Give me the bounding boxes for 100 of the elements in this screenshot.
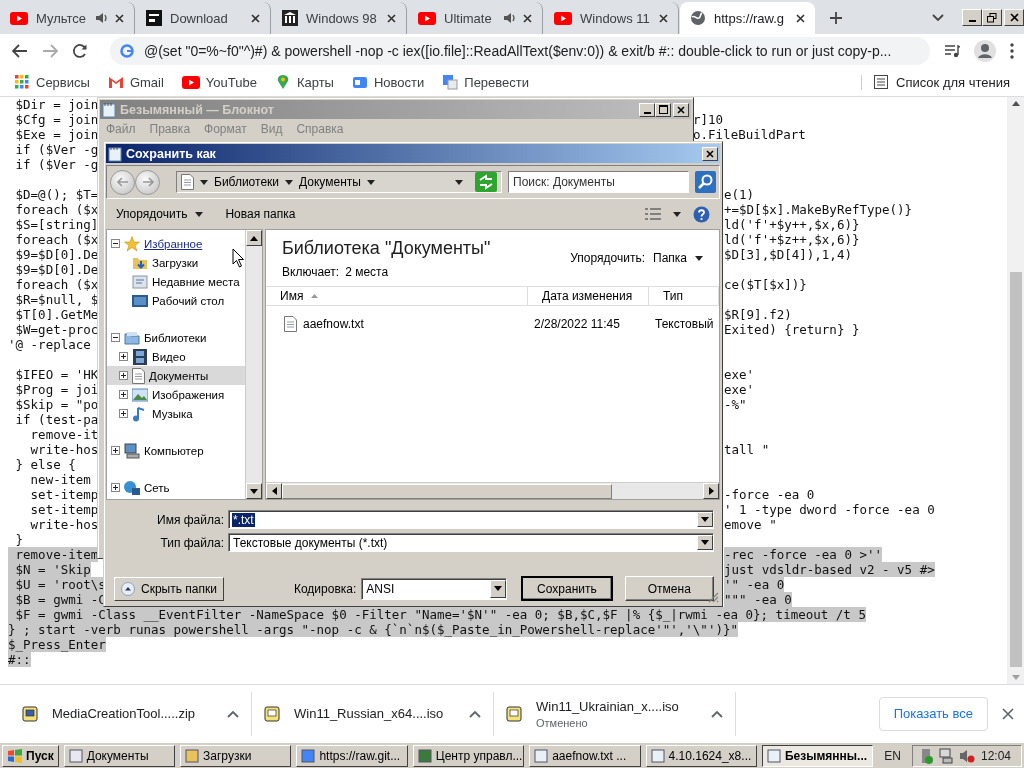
plus-box-icon[interactable] — [111, 446, 120, 455]
hide-folders-button[interactable]: Скрыть папки — [114, 576, 224, 601]
bookmark-link[interactable]: Новости — [351, 74, 425, 90]
back-icon[interactable] — [12, 44, 28, 58]
video-play-icon — [418, 11, 436, 25]
chevron-up-icon[interactable] — [227, 709, 239, 718]
new-folder-button[interactable]: Новая папка — [225, 207, 296, 221]
browser-tab[interactable]: https://raw.g — [680, 2, 815, 34]
restore-button[interactable] — [982, 9, 1002, 26]
taskbar-button[interactable]: Центр управл... — [412, 744, 525, 767]
scrollbar[interactable] — [266, 482, 719, 499]
browser-tab[interactable]: Windows 11 — [544, 2, 679, 34]
download-item[interactable]: MediaCreationTool.....zip — [10, 691, 252, 736]
plus-box-icon[interactable] — [119, 409, 128, 418]
close-icon[interactable] — [1002, 707, 1014, 720]
chevron-up-icon[interactable] — [711, 709, 723, 718]
locations-link[interactable]: 2 места — [345, 264, 389, 279]
caret-icon — [200, 179, 208, 185]
plus-box-icon[interactable] — [119, 371, 128, 380]
close-button[interactable] — [1004, 9, 1024, 26]
close-button[interactable] — [702, 146, 718, 161]
taskbar-button[interactable]: aaefnow.txt ... — [529, 744, 641, 767]
nav-tree-item[interactable]: Документы — [107, 366, 245, 385]
browser-tab[interactable]: Ultimate — [408, 2, 543, 34]
maximize-button[interactable] — [655, 102, 671, 117]
plus-box-icon[interactable] — [119, 352, 128, 361]
scrollbar-thumb[interactable] — [282, 483, 612, 499]
plus-box-icon[interactable] — [111, 483, 120, 492]
arrange-dropdown[interactable]: Папка — [653, 251, 703, 265]
taskbar-button[interactable]: Загрузки — [180, 744, 292, 767]
nav-tree-item[interactable]: Сеть — [107, 478, 245, 497]
file-type-dropdown[interactable]: Текстовые документы (*.txt) — [228, 533, 714, 552]
search-icon[interactable] — [695, 171, 716, 193]
taskbar-button[interactable]: 4.10.1624_x8... — [645, 744, 757, 767]
scrollbar[interactable] — [245, 230, 262, 499]
breadcrumb-item[interactable]: Документы — [299, 175, 361, 189]
close-icon[interactable] — [387, 13, 396, 23]
browser-tab[interactable]: Download — [136, 2, 271, 34]
nav-tree-item[interactable]: Изображения — [107, 385, 245, 404]
menu-icon[interactable] — [1010, 43, 1014, 59]
reload-icon[interactable] — [72, 43, 88, 59]
nav-tree-item[interactable]: Недавние места — [107, 272, 245, 291]
taskbar-button[interactable]: Документы — [63, 744, 176, 767]
refresh-icon[interactable] — [475, 172, 497, 192]
text-file-icon — [284, 316, 297, 332]
file-name-field[interactable]: *.txt — [228, 510, 714, 529]
plus-box-icon[interactable] — [119, 390, 128, 399]
column-header[interactable]: Тип — [649, 287, 719, 305]
profile-avatar-icon[interactable] — [974, 40, 996, 62]
reading-list-button[interactable]: Список для чтения — [861, 74, 1010, 90]
close-icon[interactable] — [115, 13, 124, 23]
close-icon[interactable] — [659, 13, 668, 23]
browser-tab[interactable]: Windows 98 — [272, 2, 407, 34]
help-icon[interactable] — [693, 205, 710, 223]
nav-tree-item[interactable]: Рабочий стол — [107, 291, 245, 310]
scrollbar[interactable] — [1007, 97, 1024, 684]
bookmark-link[interactable]: Сервисы — [14, 74, 90, 90]
bookmark-link[interactable]: YouTube — [181, 74, 257, 90]
start-button[interactable]: Пуск — [2, 744, 59, 767]
column-header[interactable]: Дата изменения — [528, 287, 649, 305]
bookmark-link[interactable]: Перевести — [442, 74, 530, 90]
column-header[interactable]: Имя — [266, 287, 528, 305]
organize-button[interactable]: Упорядочить — [116, 207, 204, 221]
close-icon[interactable] — [251, 13, 260, 23]
tab-search-icon[interactable] — [932, 13, 944, 22]
close-icon[interactable] — [523, 13, 532, 23]
path-field[interactable]: Библиотеки Документы — [176, 171, 502, 193]
caret-icon — [494, 586, 503, 591]
breadcrumb-item[interactable]: Библиотеки — [214, 175, 279, 189]
view-list-icon[interactable] — [645, 208, 661, 220]
taskbar-button[interactable]: https://raw.git... — [296, 744, 408, 767]
search-field[interactable]: Поиск: Документы — [508, 171, 689, 193]
nav-tree-item[interactable]: Избранное — [107, 234, 245, 253]
chevron-up-icon[interactable] — [469, 709, 481, 718]
dialog-button[interactable]: Отмена — [624, 576, 714, 601]
dialog-button[interactable]: Сохранить — [521, 576, 613, 601]
plus-icon[interactable] — [829, 11, 843, 25]
bookmark-link[interactable]: Карты — [274, 74, 334, 90]
file-row[interactable]: aaefnow.txt 2/28/2022 11:45 Текстовый — [266, 314, 719, 334]
browser-tab[interactable]: Мультсе — [0, 2, 135, 34]
minimize-button[interactable] — [962, 9, 982, 26]
minus-box-icon[interactable] — [111, 239, 120, 248]
media-queue-icon[interactable] — [944, 44, 960, 58]
download-item[interactable]: Win11_Russian_x64....iso — [252, 691, 494, 736]
address-bar[interactable]: @(set "0=%~f0"^)#) & powershell -nop -c iex([io.file]::ReadAllText($env:0)) & exit/b #:: double-click to run or just copy-p... — [110, 37, 930, 65]
encoding-dropdown[interactable]: ANSI — [361, 577, 508, 600]
taskbar-button[interactable]: Безымянны... — [761, 744, 874, 767]
scrollbar-thumb[interactable] — [1009, 272, 1022, 667]
nav-tree-item[interactable]: Библиотеки — [107, 328, 245, 347]
language-indicator[interactable]: EN — [884, 748, 901, 763]
close-button[interactable] — [673, 102, 689, 117]
show-all-button[interactable]: Показать все — [878, 696, 988, 731]
nav-tree-item[interactable]: Видео — [107, 347, 245, 366]
close-icon[interactable] — [796, 13, 805, 23]
nav-tree-item[interactable]: Музыка — [107, 404, 245, 423]
bookmark-link[interactable]: Gmail — [107, 74, 164, 90]
minus-box-icon[interactable] — [111, 333, 120, 342]
nav-tree-item[interactable]: Компьютер — [107, 441, 245, 460]
download-item[interactable]: Win11_Ukrainian_x....iso Отменено — [494, 691, 736, 736]
minimize-button[interactable] — [639, 102, 655, 117]
